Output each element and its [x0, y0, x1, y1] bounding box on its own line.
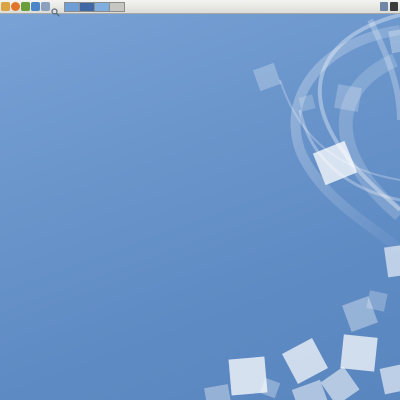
top-panel — [0, 0, 400, 17]
workspace-4[interactable] — [110, 2, 124, 11]
network-icon[interactable] — [380, 2, 388, 11]
volume-icon[interactable] — [390, 2, 398, 11]
workspace-3[interactable] — [95, 2, 110, 11]
file-manager-icon[interactable] — [41, 2, 50, 11]
search-icon[interactable] — [51, 2, 60, 17]
wallpaper-decoration — [204, 13, 400, 400]
launcher-bar — [0, 2, 60, 17]
workspace-2[interactable] — [80, 2, 95, 11]
workspace-switcher — [64, 1, 125, 12]
desktop[interactable] — [0, 0, 400, 400]
notification-area — [380, 2, 398, 11]
magnifier-glyph — [51, 8, 60, 17]
firefox-icon[interactable] — [11, 2, 20, 11]
text-editor-icon[interactable] — [31, 2, 40, 11]
gnome-foot-icon[interactable] — [1, 2, 10, 11]
mail-icon[interactable] — [21, 2, 30, 11]
workspace-1[interactable] — [65, 2, 80, 11]
